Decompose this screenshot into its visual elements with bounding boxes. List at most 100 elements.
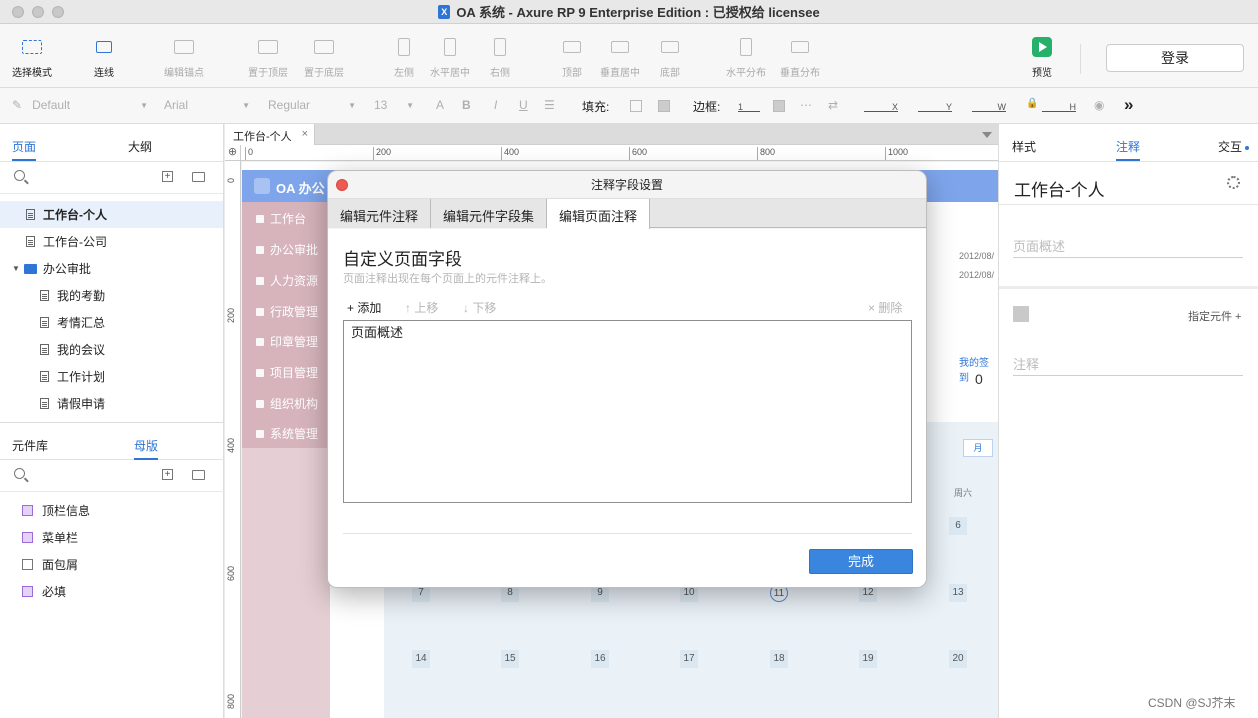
master-item-topbar-info[interactable]: 顶栏信息 bbox=[22, 497, 90, 524]
fill-color-swatch[interactable] bbox=[630, 100, 642, 112]
login-button[interactable]: 登录 bbox=[1106, 44, 1244, 72]
inspector-page-title: 工作台-个人 bbox=[1014, 181, 1105, 200]
expand-arrow-icon[interactable]: ▼ bbox=[12, 264, 20, 273]
font-size-dropdown[interactable]: 13 ▼ bbox=[374, 98, 414, 112]
bring-front-button[interactable]: 置于顶层 bbox=[248, 34, 288, 79]
style-dropdown[interactable]: ✎ Default ▼ bbox=[12, 98, 148, 112]
tab-outline[interactable]: 大纲 bbox=[128, 138, 152, 155]
tab-edit-widget-notes[interactable]: 编辑元件注释 bbox=[328, 199, 432, 228]
close-window-icon[interactable] bbox=[12, 6, 24, 18]
add-folder-icon[interactable] bbox=[192, 172, 205, 182]
tab-style[interactable]: 样式 bbox=[1012, 138, 1036, 155]
arrow-style-icon[interactable]: ⇄ bbox=[828, 98, 838, 112]
chevron-down-icon: ▼ bbox=[140, 100, 148, 110]
align-vcenter-button[interactable]: 垂直居中 bbox=[600, 34, 640, 79]
bold-icon[interactable]: B bbox=[462, 98, 471, 112]
right-panel: 样式 注释 交互 工作台-个人 页面概述 指定元件 + 注释 bbox=[998, 124, 1258, 718]
send-back-icon bbox=[314, 40, 334, 54]
done-button[interactable]: 完成 bbox=[809, 549, 913, 574]
tab-edit-widget-field-sets[interactable]: 编辑元件字段集 bbox=[431, 199, 548, 228]
border-style-icon[interactable]: ⋯ bbox=[800, 98, 812, 112]
visibility-icon[interactable]: ◉ bbox=[1094, 98, 1104, 112]
note-field[interactable]: 注释 bbox=[1013, 354, 1243, 376]
underline-icon[interactable]: U bbox=[519, 98, 528, 112]
align-hcenter-button[interactable]: 水平居中 bbox=[430, 34, 470, 79]
border-width-input[interactable]: 1 bbox=[738, 98, 760, 112]
more-chevron-icon[interactable]: » bbox=[1124, 95, 1133, 115]
page-field-list[interactable]: 页面概述 bbox=[343, 320, 912, 503]
distribute-v-button[interactable]: 垂直分布 bbox=[780, 34, 820, 79]
preview-button[interactable]: 预览 bbox=[1028, 34, 1056, 79]
tab-pages[interactable]: 页面 bbox=[12, 138, 37, 161]
master-item-breadcrumb[interactable]: 面包屑 bbox=[22, 551, 78, 578]
align-bottom-button[interactable]: 底部 bbox=[656, 34, 684, 79]
tab-interactions[interactable]: 交互 bbox=[1218, 138, 1250, 155]
move-up-button[interactable]: ↑ 上移 bbox=[405, 299, 438, 316]
master-item-menubar[interactable]: 菜单栏 bbox=[22, 524, 78, 551]
minimize-window-icon[interactable] bbox=[32, 6, 44, 18]
search-icon[interactable] bbox=[14, 468, 25, 479]
gear-icon[interactable] bbox=[1227, 176, 1240, 189]
oa-menu-item: 项目管理 bbox=[256, 364, 318, 381]
page-icon bbox=[40, 344, 49, 355]
send-back-button[interactable]: 置于底层 bbox=[304, 34, 344, 79]
add-master-icon[interactable]: + bbox=[162, 469, 173, 480]
move-down-button[interactable]: ↓ 下移 bbox=[463, 299, 496, 316]
shadow-swatch[interactable] bbox=[658, 100, 670, 112]
add-folder-icon[interactable] bbox=[192, 470, 205, 480]
widget-swatch-icon[interactable] bbox=[1013, 306, 1029, 322]
calendar-day: 14 bbox=[412, 650, 430, 668]
add-page-icon[interactable]: + bbox=[162, 171, 173, 182]
font-dropdown[interactable]: Arial ▼ bbox=[164, 98, 250, 112]
tab-libraries[interactable]: 元件库 bbox=[12, 437, 48, 454]
calendar-day: 15 bbox=[501, 650, 519, 668]
dialog-body: 自定义页面字段 页面注释出现在每个页面上的元件注释上。 + 添加 ↑ 上移 ↓ … bbox=[328, 229, 926, 587]
list-icon[interactable]: ☰ bbox=[544, 98, 555, 112]
section-divider bbox=[999, 286, 1258, 289]
page-item-attendance-summary[interactable]: 考情汇总 bbox=[40, 309, 105, 336]
weight-dropdown[interactable]: Regular ▼ bbox=[268, 98, 356, 112]
tab-menu-chevron-icon[interactable] bbox=[982, 132, 992, 138]
align-right-button[interactable]: 右侧 bbox=[486, 34, 514, 79]
select-mode-button[interactable]: 选择模式 bbox=[12, 34, 52, 79]
add-field-button[interactable]: + 添加 bbox=[347, 299, 381, 316]
page-item-my-attendance[interactable]: 我的考勤 bbox=[40, 282, 105, 309]
oa-menu-item: 工作台 bbox=[256, 210, 306, 227]
align-top-button[interactable]: 顶部 bbox=[558, 34, 586, 79]
tab-notes[interactable]: 注释 bbox=[1116, 138, 1141, 161]
folder-item-office-approval[interactable]: ▼ 办公审批 bbox=[12, 255, 91, 282]
border-color-swatch[interactable] bbox=[773, 100, 785, 112]
italic-icon[interactable]: I bbox=[494, 98, 497, 112]
h-input[interactable]: H bbox=[1042, 98, 1076, 112]
lock-icon[interactable]: 🔒 bbox=[1026, 98, 1038, 109]
master-item-required[interactable]: 必填 bbox=[22, 578, 66, 605]
font-color-icon[interactable]: A bbox=[436, 98, 444, 112]
page-item-work-plan[interactable]: 工作计划 bbox=[40, 363, 105, 390]
oa-menu-item: 印章管理 bbox=[256, 333, 318, 350]
page-item-workbench-company[interactable]: 工作台-公司 bbox=[26, 228, 107, 255]
align-left-button[interactable]: 左侧 bbox=[390, 34, 418, 79]
close-icon[interactable]: × bbox=[302, 128, 308, 140]
master-icon bbox=[22, 586, 33, 597]
distribute-h-button[interactable]: 水平分布 bbox=[726, 34, 766, 79]
horizontal-ruler: 0 200 400 600 800 1000 bbox=[241, 145, 998, 161]
y-input[interactable]: Y bbox=[918, 98, 952, 112]
edit-anchor-button[interactable]: 编辑锚点 bbox=[164, 34, 204, 79]
page-summary-field[interactable]: 页面概述 bbox=[1013, 236, 1243, 258]
search-icon[interactable] bbox=[14, 170, 25, 181]
w-input[interactable]: W bbox=[972, 98, 1006, 112]
sign-in-count: 0 bbox=[975, 371, 983, 387]
page-item-leave-request[interactable]: 请假申请 bbox=[40, 390, 105, 417]
page-item-workbench-personal[interactable]: 工作台-个人 bbox=[0, 201, 223, 228]
delete-field-button[interactable]: × 删除 bbox=[868, 299, 902, 316]
tab-masters[interactable]: 母版 bbox=[134, 437, 159, 460]
zoom-window-icon[interactable] bbox=[52, 6, 64, 18]
page-item-my-meetings[interactable]: 我的会议 bbox=[40, 336, 105, 363]
assign-widget-button[interactable]: 指定元件 + bbox=[1188, 308, 1241, 324]
tab-edit-page-notes[interactable]: 编辑页面注释 bbox=[547, 199, 651, 229]
close-dialog-icon[interactable] bbox=[336, 179, 348, 191]
x-input[interactable]: X bbox=[864, 98, 898, 112]
connector-button[interactable]: 连线 bbox=[90, 34, 118, 79]
doc-tab-workbench-personal[interactable]: 工作台-个人 × bbox=[225, 124, 315, 145]
list-item[interactable]: 页面概述 bbox=[351, 322, 403, 341]
